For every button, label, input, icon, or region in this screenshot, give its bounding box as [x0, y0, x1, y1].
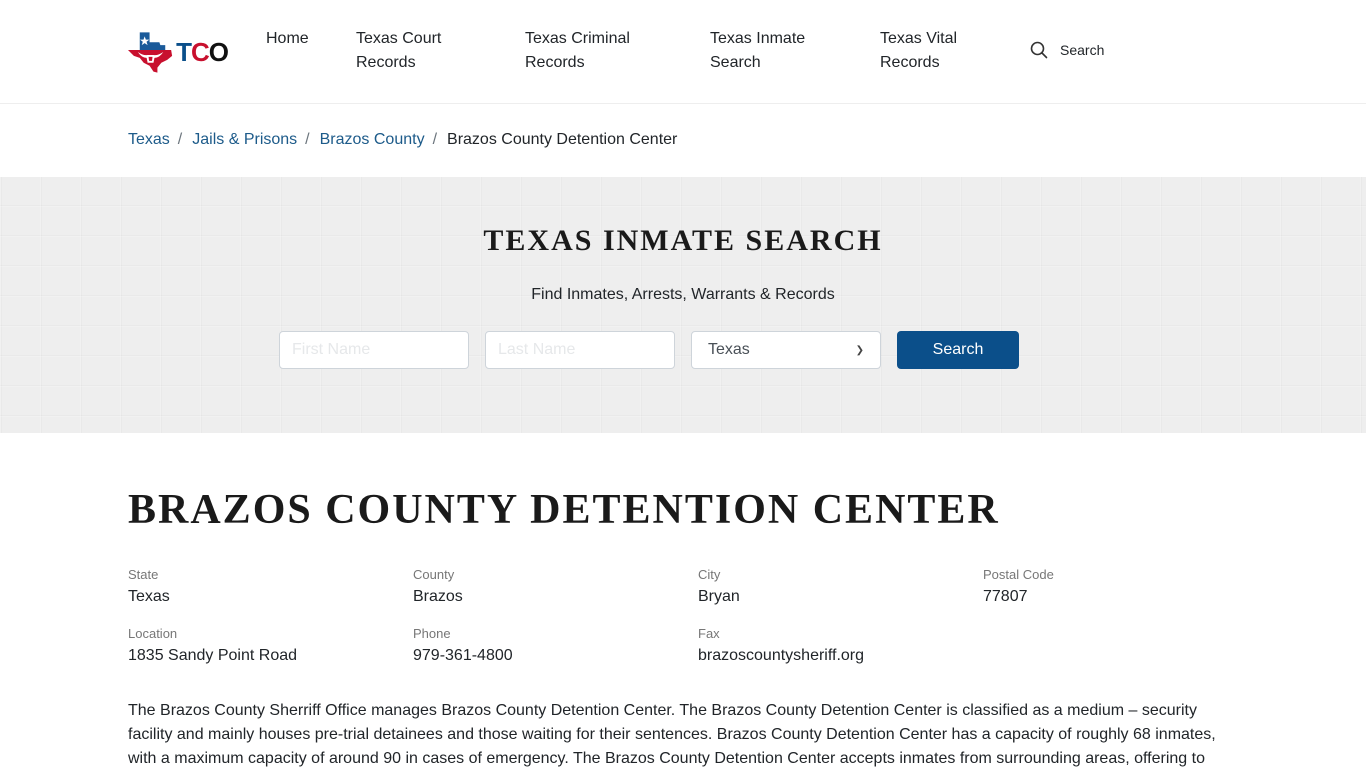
info-label: Location: [128, 626, 178, 641]
breadcrumb-texas[interactable]: Texas: [128, 129, 170, 151]
info-label: Postal Code: [983, 567, 1054, 582]
nav-texas-court-records[interactable]: Texas Court Records: [356, 27, 441, 75]
nav-home[interactable]: Home: [266, 27, 309, 51]
first-name-input[interactable]: [279, 331, 469, 369]
page-title: BRAZOS COUNTY DETENTION CENTER: [128, 487, 1000, 533]
nav-label-line1: Texas Court: [356, 30, 442, 47]
site-logo[interactable]: TCO: [128, 30, 229, 74]
info-fax: Fax brazoscountysheriff.org: [698, 626, 978, 667]
info-county: County Brazos: [413, 567, 693, 608]
nav-texas-inmate-search[interactable]: Texas Inmate Search: [710, 27, 805, 75]
info-label: City: [698, 567, 721, 582]
info-value: Bryan: [698, 588, 740, 605]
info-city: City Bryan: [698, 567, 978, 608]
nav-label-line2: Records: [356, 54, 416, 71]
info-phone: Phone 979-361-4800: [413, 626, 693, 667]
nav-label-line2: Search: [710, 54, 761, 71]
nav-label-line1: Texas Vital: [880, 30, 958, 47]
breadcrumb-current: Brazos County Detention Center: [447, 131, 678, 148]
last-name-input[interactable]: [485, 331, 675, 369]
nav-home-label: Home: [266, 30, 309, 47]
nav-label-line2: Records: [525, 54, 585, 71]
chevron-down-icon: ❯: [855, 344, 864, 356]
search-icon: [1030, 41, 1048, 59]
breadcrumb-separator: /: [305, 131, 310, 148]
nav-label-line1: Texas Inmate: [710, 30, 806, 47]
info-value: 979-361-4800: [413, 647, 513, 664]
nav-texas-criminal-records[interactable]: Texas Criminal Records: [525, 27, 630, 75]
state-select[interactable]: Texas ❯: [691, 331, 881, 369]
info-label: County: [413, 567, 455, 582]
breadcrumb: Texas / Jails & Prisons / Brazos County …: [128, 129, 677, 151]
breadcrumb-brazos-county[interactable]: Brazos County: [320, 129, 425, 151]
breadcrumb-separator: /: [177, 131, 183, 148]
info-value: Brazos: [413, 588, 463, 605]
logo-letter-t: T: [176, 36, 192, 67]
nav-label-line2: Records: [880, 54, 940, 71]
info-label: Fax: [698, 626, 720, 641]
inmate-search-button[interactable]: Search: [897, 331, 1019, 369]
state-select-value: Texas: [708, 341, 750, 358]
info-value: 77807: [983, 588, 1028, 605]
texas-flag-longhorn-logo-icon: [128, 32, 173, 73]
inmate-search-section: [0, 177, 1366, 433]
site-header: TCO Home Texas Court Records Texas Crimi…: [0, 0, 1366, 104]
logo-letter-c: C: [190, 36, 210, 67]
breadcrumb-separator: /: [432, 131, 438, 148]
info-value: 1835 Sandy Point Road: [128, 647, 298, 664]
nav-texas-vital-records[interactable]: Texas Vital Records: [880, 27, 957, 75]
inmate-search-title: TEXAS INMATE SEARCH: [483, 224, 883, 257]
nav-label-line1: Texas Criminal: [525, 30, 630, 47]
info-value: brazoscountysheriff.org: [698, 647, 865, 664]
info-location: Location 1835 Sandy Point Road: [128, 626, 408, 667]
info-label: State: [128, 567, 159, 582]
logo-letter-o: O: [208, 36, 229, 67]
info-postal-code: Postal Code 77807: [983, 567, 1263, 608]
info-state: State Texas: [128, 567, 408, 608]
info-label: Phone: [413, 626, 451, 641]
info-value: Texas: [128, 588, 170, 605]
inmate-search-subtitle: Find Inmates, Arrests, Warrants & Record…: [531, 286, 835, 303]
header-search-label: Search: [1060, 42, 1105, 58]
facility-description: The Brazos County Sherriff Office manage…: [128, 702, 1216, 767]
breadcrumb-jails-prisons[interactable]: Jails & Prisons: [192, 129, 297, 151]
header-search-button[interactable]: Search: [1030, 41, 1104, 59]
logo-wordmark: TCO: [176, 36, 229, 68]
